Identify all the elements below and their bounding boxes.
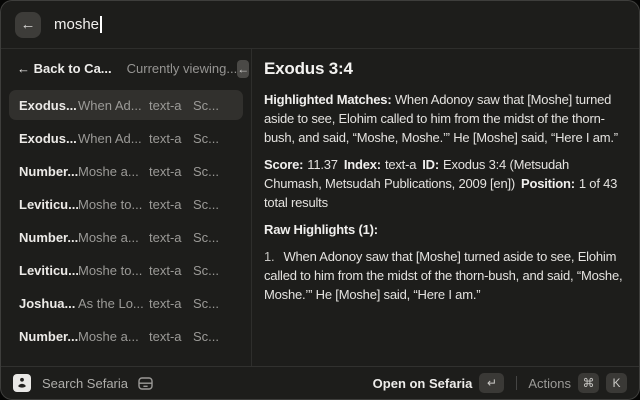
result-subtitle: Moshe a... (78, 329, 149, 344)
result-score: Sc... (193, 131, 233, 146)
footer-divider (516, 376, 517, 390)
result-subtitle: When Ad... (78, 98, 149, 113)
k-key-badge: K (606, 373, 627, 393)
detail-panel: Exodus 3:4 Highlighted Matches: When Ado… (252, 49, 639, 366)
list-item[interactable]: Exodus... When Ad... text-a Sc... (9, 123, 243, 153)
result-score: Sc... (193, 230, 233, 245)
raw-highlights-heading: Raw Highlights (1): (264, 220, 626, 239)
list-header: ← Back to Ca... Currently viewing... ← (1, 49, 251, 88)
results-panel: ← Back to Ca... Currently viewing... ← E… (1, 49, 252, 366)
results-list: Exodus... When Ad... text-a Sc... Exodus… (1, 88, 251, 354)
result-index-tag: text-a (149, 230, 193, 245)
detail-title: Exodus 3:4 (264, 59, 626, 79)
currently-viewing-label: Currently viewing... (127, 61, 238, 76)
result-index-tag: text-a (149, 98, 193, 113)
raw-highlight-item: 1.When Adonoy saw that [Moshe] turned as… (264, 247, 626, 304)
result-index-tag: text-a (149, 263, 193, 278)
list-item[interactable]: Joshua... As the Lo... text-a Sc... (9, 288, 243, 318)
result-title: Exodus... (19, 98, 78, 113)
position-label: Position: (521, 176, 575, 191)
search-input[interactable]: moshe (54, 16, 102, 33)
result-score: Sc... (193, 296, 233, 311)
score-value: 11.37 (307, 157, 338, 172)
back-badge-icon: ← (237, 60, 249, 78)
command-key-badge: ⌘ (578, 373, 599, 393)
list-item[interactable]: Number... Moshe a... text-a Sc... (9, 222, 243, 252)
result-index-tag: text-a (149, 164, 193, 179)
index-value: text-a (385, 157, 416, 172)
highlighted-matches-label: Highlighted Matches: (264, 92, 391, 107)
result-score: Sc... (193, 98, 233, 113)
search-bar: ← moshe (1, 1, 639, 49)
result-subtitle: Moshe a... (78, 164, 149, 179)
result-title: Exodus... (19, 131, 78, 146)
result-score: Sc... (193, 263, 233, 278)
result-subtitle: Moshe a... (78, 230, 149, 245)
index-label: Index: (344, 157, 381, 172)
return-key-badge: ↵ (479, 373, 504, 393)
raw-highlight-number: 1. (264, 249, 274, 264)
result-title: Number... (19, 329, 78, 344)
id-label: ID: (422, 157, 439, 172)
result-subtitle: When Ad... (78, 131, 149, 146)
score-label: Score: (264, 157, 303, 172)
command-title: Search Sefaria (42, 376, 128, 391)
actions-label: Actions (528, 376, 571, 391)
result-title: Joshua... (19, 296, 78, 311)
list-item[interactable]: Number... Moshe a... text-a Sc... (9, 156, 243, 186)
text-caret (100, 16, 102, 33)
result-index-tag: text-a (149, 131, 193, 146)
back-to-categories-link[interactable]: ← Back to Ca... (17, 61, 112, 76)
actions-button[interactable]: Actions ⌘ K (528, 373, 627, 393)
list-item[interactable]: Leviticu... Moshe to... text-a Sc... (9, 189, 243, 219)
back-button[interactable]: ← (15, 12, 41, 38)
arrow-left-icon: ← (21, 12, 36, 38)
raw-highlight-text: When Adonoy saw that [Moshe] turned asid… (264, 249, 622, 302)
sefaria-logo-icon (13, 374, 31, 392)
result-subtitle: Moshe to... (78, 263, 149, 278)
result-title: Leviticu... (19, 197, 78, 212)
arrow-left-icon: ← (237, 62, 249, 76)
launcher-window: ← moshe ← Back to Ca... Currently viewin… (0, 0, 640, 400)
highlighted-matches-paragraph: Highlighted Matches: When Adonoy saw tha… (264, 90, 626, 147)
list-item[interactable]: Leviticu... Moshe to... text-a Sc... (9, 255, 243, 285)
result-index-tag: text-a (149, 329, 193, 344)
list-item[interactable]: Exodus... When Ad... text-a Sc... (9, 90, 243, 120)
search-query-text: moshe (54, 16, 99, 33)
result-index-tag: text-a (149, 197, 193, 212)
open-on-sefaria-button[interactable]: Open on Sefaria ↵ (373, 373, 505, 393)
main-content: ← Back to Ca... Currently viewing... ← E… (1, 49, 639, 366)
result-title: Number... (19, 230, 78, 245)
result-index-tag: text-a (149, 296, 193, 311)
result-subtitle: Moshe to... (78, 197, 149, 212)
open-on-sefaria-label: Open on Sefaria (373, 376, 473, 391)
list-item[interactable]: Number... Moshe a... text-a Sc... (9, 321, 243, 351)
action-bar: Search Sefaria Open on Sefaria ↵ Actions… (1, 366, 639, 399)
result-subtitle: As the Lo... (78, 296, 149, 311)
result-score: Sc... (193, 329, 233, 344)
result-metadata: Score:11.37Index:text-aID:Exodus 3:4 (Me… (264, 155, 626, 212)
result-score: Sc... (193, 197, 233, 212)
drive-icon (138, 377, 153, 390)
result-score: Sc... (193, 164, 233, 179)
result-title: Number... (19, 164, 78, 179)
result-title: Leviticu... (19, 263, 78, 278)
